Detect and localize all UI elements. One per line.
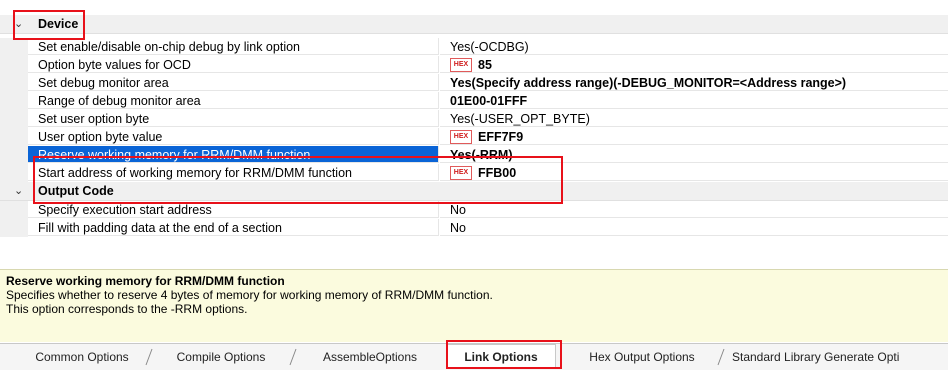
property-label: Set debug monitor area [28, 74, 439, 91]
category-device[interactable]: ⌄ Device [0, 15, 948, 34]
description-panel: Reserve working memory for RRM/DMM funct… [0, 269, 948, 342]
property-value[interactable]: Yes(-OCDBG) [440, 38, 948, 55]
property-row[interactable]: Option byte values for OCD HEX 85 [0, 56, 948, 74]
row-gutter [0, 56, 28, 74]
row-gutter [0, 110, 28, 128]
row-gutter [0, 201, 28, 219]
property-label: Set enable/disable on-chip debug by link… [28, 38, 439, 55]
highlight-box-rrm [33, 156, 563, 204]
value-text: Yes(Specify address range)(-DEBUG_MONITO… [450, 76, 847, 90]
tab-hex-output-options[interactable]: Hex Output Options [572, 347, 712, 367]
property-value[interactable]: Yes(-USER_OPT_BYTE) [440, 110, 948, 127]
description-title: Reserve working memory for RRM/DMM funct… [6, 274, 285, 288]
property-row[interactable]: Set enable/disable on-chip debug by link… [0, 38, 948, 56]
tab-separator [145, 348, 153, 366]
property-label: User option byte value [28, 128, 439, 145]
property-row[interactable]: Set user option byte Yes(-USER_OPT_BYTE) [0, 110, 948, 128]
row-gutter [0, 74, 28, 92]
row-gutter [0, 146, 28, 164]
value-text: 85 [478, 58, 492, 72]
tab-assemble-options[interactable]: AssembleOptions [302, 347, 438, 367]
property-value[interactable]: Yes(Specify address range)(-DEBUG_MONITO… [440, 74, 948, 91]
empty-grid-area [0, 237, 948, 267]
value-text: No [450, 221, 466, 235]
tab-separator [289, 348, 297, 366]
highlight-box-device [13, 10, 85, 40]
row-gutter [0, 92, 28, 110]
property-value[interactable]: No [440, 219, 948, 236]
tab-separator [717, 348, 725, 366]
value-text: 01E00-01FFF [450, 94, 528, 108]
property-row[interactable]: Set debug monitor area Yes(Specify addre… [0, 74, 948, 92]
property-row[interactable]: User option byte value HEX EFF7F9 [0, 128, 948, 146]
row-gutter [0, 219, 28, 237]
description-line: Specifies whether to reserve 4 bytes of … [6, 288, 493, 302]
tab-common-options[interactable]: Common Options [22, 347, 142, 367]
chevron-down-icon[interactable]: ⌄ [14, 182, 23, 200]
property-row[interactable]: Range of debug monitor area 01E00-01FFF [0, 92, 948, 110]
property-label: Range of debug monitor area [28, 92, 439, 109]
value-text: EFF7F9 [478, 130, 524, 144]
property-label: Option byte values for OCD [28, 56, 439, 73]
value-text: No [450, 203, 466, 217]
hex-icon: HEX [450, 129, 472, 144]
property-label: Fill with padding data at the end of a s… [28, 219, 439, 236]
property-row[interactable]: Fill with padding data at the end of a s… [0, 219, 948, 237]
tab-standard-library-generate-options[interactable]: Standard Library Generate Opti [732, 347, 948, 367]
highlight-box-link-options [446, 340, 562, 369]
row-gutter [0, 128, 28, 146]
tab-compile-options[interactable]: Compile Options [158, 347, 284, 367]
property-value[interactable]: HEX EFF7F9 [440, 128, 948, 145]
value-text: Yes(-OCDBG) [450, 40, 529, 54]
property-value[interactable]: 01E00-01FFF [440, 92, 948, 109]
row-gutter [0, 38, 28, 56]
property-value[interactable]: HEX 85 [440, 56, 948, 73]
hex-icon: HEX [450, 57, 472, 72]
property-label: Set user option byte [28, 110, 439, 127]
description-line: This option corresponds to the -RRM opti… [6, 302, 248, 316]
row-gutter [0, 164, 28, 182]
value-text: Yes(-USER_OPT_BYTE) [450, 112, 590, 126]
